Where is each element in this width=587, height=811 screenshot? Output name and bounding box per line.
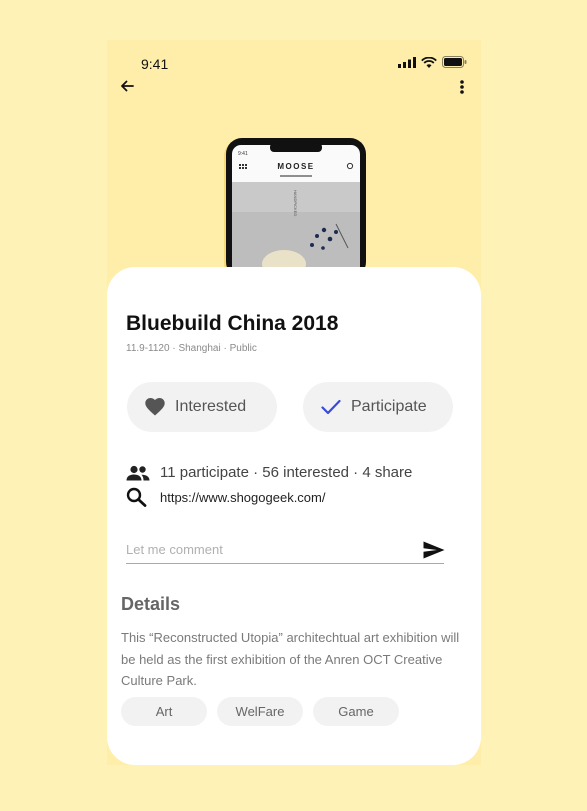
participate-button[interactable]: Participate	[303, 382, 453, 432]
event-link[interactable]: https://www.shogogeek.com/	[160, 490, 325, 505]
top-bar	[107, 76, 481, 100]
back-arrow-icon[interactable]	[119, 78, 135, 94]
details-body: This “Reconstructed Utopia” architechtua…	[121, 630, 460, 688]
stats-text: 11 participate · 56 interested · 4 share	[160, 464, 413, 481]
status-time: 9:41	[141, 56, 169, 72]
battery-icon	[442, 56, 467, 68]
participate-label: Participate	[351, 398, 427, 415]
wifi-icon	[421, 56, 437, 68]
hero-app-name: MOOSE	[277, 162, 314, 171]
tag-chip[interactable]: WelFare	[217, 697, 303, 726]
tag-chip[interactable]: Art	[121, 697, 207, 726]
send-icon[interactable]	[423, 541, 445, 559]
status-icons	[398, 56, 467, 68]
stats-row: 11 participate · 56 interested · 4 share	[126, 464, 412, 481]
people-icon	[126, 465, 150, 480]
more-vertical-icon[interactable]	[457, 78, 467, 96]
hero-mini-time: 9:41	[238, 151, 248, 157]
details-heading: Details	[121, 594, 181, 614]
interested-label: Interested	[175, 398, 247, 415]
link-row[interactable]: https://www.shogogeek.com/	[126, 487, 325, 507]
search-icon	[126, 487, 147, 507]
signal-icon	[398, 56, 416, 68]
hero-phone-image: 9:41 MOOSE HANDPICKED	[224, 138, 366, 268]
hero-vertical-text: HANDPICKED	[293, 190, 298, 216]
tag-chip[interactable]: Game	[313, 697, 399, 726]
heart-icon	[145, 398, 165, 416]
tag-list: Art WelFare Game	[121, 697, 399, 726]
event-card: Bluebuild China 2018 11.9-1120 · Shangha…	[107, 267, 481, 765]
check-icon	[321, 399, 341, 415]
event-meta: 11.9-1120 · Shanghai · Public	[126, 343, 257, 354]
comment-input[interactable]	[126, 536, 444, 564]
interested-button[interactable]: Interested	[127, 382, 277, 432]
event-title: Bluebuild China 2018	[126, 312, 339, 335]
